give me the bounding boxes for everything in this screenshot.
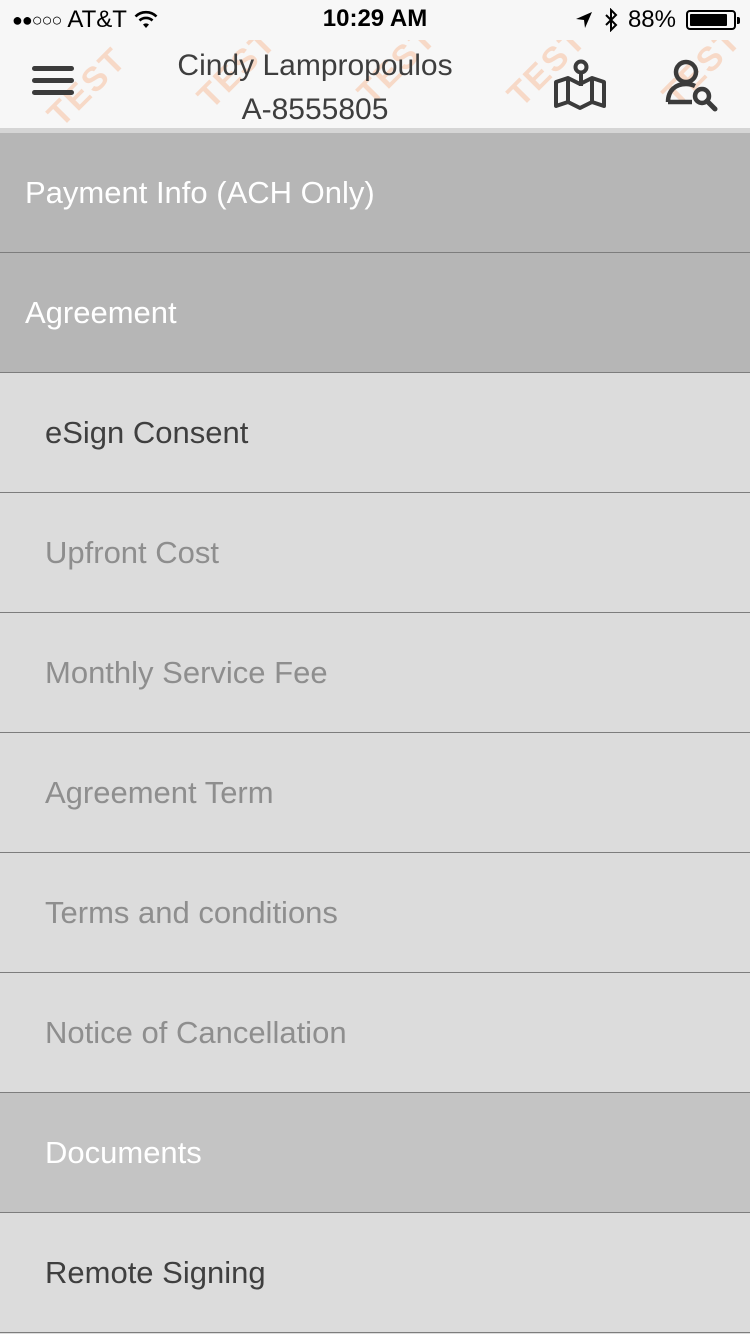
location-arrow-icon xyxy=(575,12,592,28)
menu-item-label: Terms and conditions xyxy=(45,894,338,930)
battery-level xyxy=(690,14,727,26)
menu-item-label: eSign Consent xyxy=(45,414,249,450)
map-pin-icon[interactable] xyxy=(550,56,608,114)
section-payment-info[interactable]: Payment Info (ACH Only) xyxy=(0,133,750,253)
customer-name: Cindy Lampropoulos xyxy=(177,49,453,82)
bluetooth-icon xyxy=(605,8,618,32)
hamburger-menu-icon[interactable] xyxy=(32,66,74,100)
section-label: Agreement xyxy=(25,294,177,330)
user-search-icon[interactable] xyxy=(662,56,720,114)
menu-item-label: Monthly Service Fee xyxy=(45,654,328,690)
menu-item-upfront-cost[interactable]: Upfront Cost xyxy=(0,493,750,613)
menu-item-notice-of-cancellation[interactable]: Notice of Cancellation xyxy=(0,973,750,1093)
section-label: Payment Info (ACH Only) xyxy=(25,174,375,210)
section-agreement[interactable]: Agreement xyxy=(0,253,750,373)
section-label: Documents xyxy=(45,1134,202,1170)
menu-item-monthly-service-fee[interactable]: Monthly Service Fee xyxy=(0,613,750,733)
battery-percentage: 88% xyxy=(627,6,676,33)
menu-item-label: Agreement Term xyxy=(45,774,274,810)
account-id: A-8555805 xyxy=(241,93,389,126)
menu-item-label: Upfront Cost xyxy=(45,534,220,570)
menu-item-remote-signing[interactable]: Remote Signing xyxy=(0,1213,750,1333)
menu-item-label: Notice of Cancellation xyxy=(45,1014,347,1050)
app-header: TEST TEST TEST TEST TEST Cindy Lampropou… xyxy=(0,40,750,128)
menu-item-terms-and-conditions[interactable]: Terms and conditions xyxy=(0,853,750,973)
status-bar: ●●○○○ AT&T 10:29 AM 88% xyxy=(0,0,750,40)
battery-icon xyxy=(686,10,740,30)
menu-item-label: Remote Signing xyxy=(45,1254,266,1290)
customer-title: Cindy Lampropoulos A-8555805 xyxy=(140,44,490,128)
section-documents[interactable]: Documents xyxy=(0,1093,750,1213)
menu-item-esign-consent[interactable]: eSign Consent xyxy=(0,373,750,493)
menu-item-agreement-term[interactable]: Agreement Term xyxy=(0,733,750,853)
agreement-menu-list: Payment Info (ACH Only) Agreement eSign … xyxy=(0,133,750,1333)
